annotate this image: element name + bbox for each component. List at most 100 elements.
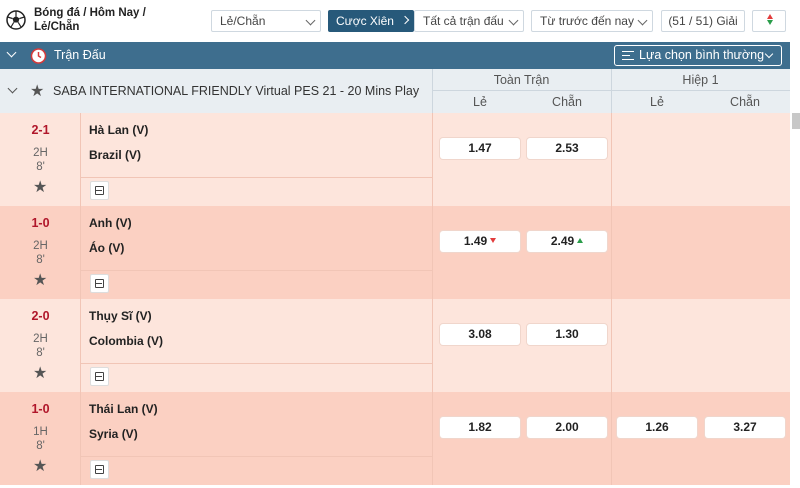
league-name: SABA INTERNATIONAL FRIENDLY Virtual PES …	[53, 84, 420, 98]
chevron-right-icon	[400, 15, 410, 25]
match-status-column: 1-0 1H 8' ★	[0, 392, 81, 485]
ft-even-button[interactable]: 2.53	[527, 138, 607, 159]
time-sort-dropdown[interactable]: Từ trước đến nay	[531, 10, 653, 32]
ft-odd-button[interactable]: 1.47	[440, 138, 520, 159]
match-score: 2-1	[31, 123, 50, 137]
odd-value: 2.49	[550, 234, 575, 248]
away-team: Colombia (V)	[89, 334, 163, 348]
breadcrumb: Bóng đá / Hôm Nay / Lẻ/Chẵn	[34, 7, 146, 33]
chevron-down-icon	[637, 15, 648, 26]
h1-odd-button[interactable]: 1.26	[617, 417, 697, 438]
divider	[432, 392, 433, 485]
divider	[81, 177, 432, 178]
away-team: Syria (V)	[89, 427, 138, 441]
odds-up-icon	[577, 238, 584, 243]
divider	[81, 363, 432, 364]
divider	[81, 270, 432, 271]
arrow-up-icon	[767, 14, 773, 19]
ft-even-button[interactable]: 1.30	[527, 324, 607, 345]
odds-trend-button[interactable]	[752, 10, 786, 32]
collapse-chevron-icon[interactable]	[7, 83, 18, 94]
divider	[611, 113, 612, 206]
star-icon[interactable]: ★	[33, 456, 47, 476]
home-team: Hà Lan (V)	[89, 123, 149, 137]
collapse-chevron-icon[interactable]	[6, 47, 17, 58]
match-score: 2-0	[31, 309, 50, 323]
match-row: 2-0 2H 8' ★ Thụy Sĩ (V) Colombia (V) 3.0…	[0, 299, 790, 392]
ft-even-button[interactable]: 2.00	[527, 417, 607, 438]
match-minute: 8'	[36, 347, 45, 359]
chevron-down-icon	[764, 49, 774, 59]
odd-value: 1.47	[468, 141, 492, 155]
stopwatch-icon	[30, 48, 47, 64]
matches-filter-label: Tất cả trận đấu	[423, 14, 504, 28]
matches-filter-dropdown[interactable]: Tất cả trận đấu	[414, 10, 524, 32]
stats-icon	[95, 186, 104, 195]
parlay-button[interactable]: Cược Xiên	[328, 10, 414, 32]
arrow-down-icon	[767, 20, 773, 25]
odds-down-icon	[490, 238, 497, 243]
divider	[432, 299, 433, 392]
star-icon[interactable]: ★	[33, 177, 47, 197]
home-team: Anh (V)	[89, 216, 132, 230]
star-icon[interactable]: ★	[33, 363, 47, 383]
soccer-ball-icon	[6, 10, 26, 30]
match-row: 1-0 2H 8' ★ Anh (V) Áo (V) 1.49 2.49	[0, 206, 790, 299]
ft-odd-header: Lẻ	[473, 95, 487, 109]
match-period: 2H	[33, 333, 48, 345]
divider	[611, 206, 612, 299]
stats-icon	[95, 279, 104, 288]
divider	[611, 392, 612, 485]
stats-button[interactable]	[90, 274, 109, 293]
bet-type-dropdown[interactable]: Lẻ/Chẵn	[211, 10, 321, 32]
chevron-down-icon	[305, 15, 316, 26]
ft-odd-button[interactable]: 1.82	[440, 417, 520, 438]
league-count-label: (51 / 51) Giải	[668, 14, 738, 28]
first-half-header: Hiệp 1	[682, 73, 719, 87]
league-header: ★ SABA INTERNATIONAL FRIENDLY Virtual PE…	[0, 69, 790, 113]
chevron-down-icon	[508, 15, 519, 26]
ft-odd-button[interactable]: 1.49	[440, 231, 520, 252]
scrollbar-thumb[interactable]	[792, 113, 800, 129]
section-header: Trận Đấu Lựa chọn bình thường	[0, 42, 790, 69]
stats-icon	[95, 465, 104, 474]
match-minute: 8'	[36, 161, 45, 173]
odd-value: 1.26	[645, 420, 669, 434]
match-minute: 8'	[36, 254, 45, 266]
star-icon[interactable]: ★	[30, 81, 44, 101]
odd-value: 1.30	[555, 327, 579, 341]
stats-icon	[95, 372, 104, 381]
top-bar: Bóng đá / Hôm Nay / Lẻ/Chẵn Lẻ/Chẵn Cược…	[0, 0, 800, 42]
display-option-dropdown[interactable]: Lựa chọn bình thường	[614, 45, 782, 66]
display-option-label: Lựa chọn bình thường	[639, 48, 765, 62]
divider	[81, 456, 432, 457]
match-row: 2-1 2H 8' ★ Hà Lan (V) Brazil (V) 1.47 2…	[0, 113, 790, 206]
home-team: Thụy Sĩ (V)	[89, 309, 152, 323]
match-row: 1-0 1H 8' ★ Thái Lan (V) Syria (V) 1.82 …	[0, 392, 790, 485]
section-title: Trận Đấu	[54, 48, 106, 62]
ft-odd-button[interactable]: 3.08	[440, 324, 520, 345]
stats-button[interactable]	[90, 181, 109, 200]
match-period: 2H	[33, 147, 48, 159]
parlay-label: Cược Xiên	[336, 14, 394, 28]
odd-value: 2.53	[555, 141, 579, 155]
ft-even-header: Chẵn	[552, 95, 582, 109]
odd-value: 1.49	[463, 234, 488, 248]
h1-odd-header: Lẻ	[650, 95, 664, 109]
stats-button[interactable]	[90, 367, 109, 386]
match-score: 1-0	[31, 216, 50, 230]
divider	[432, 113, 433, 206]
divider	[432, 206, 433, 299]
match-status-column: 2-1 2H 8' ★	[0, 113, 81, 206]
odd-value: 1.82	[468, 420, 492, 434]
h1-even-button[interactable]: 3.27	[705, 417, 785, 438]
match-score: 1-0	[31, 402, 50, 416]
ft-even-button[interactable]: 2.49	[527, 231, 607, 252]
match-period: 1H	[33, 426, 48, 438]
match-period: 2H	[33, 240, 48, 252]
star-icon[interactable]: ★	[33, 270, 47, 290]
odd-value: 3.27	[733, 420, 757, 434]
stats-button[interactable]	[90, 460, 109, 479]
league-selector-button[interactable]: (51 / 51) Giải	[661, 10, 745, 32]
divider	[611, 299, 612, 392]
